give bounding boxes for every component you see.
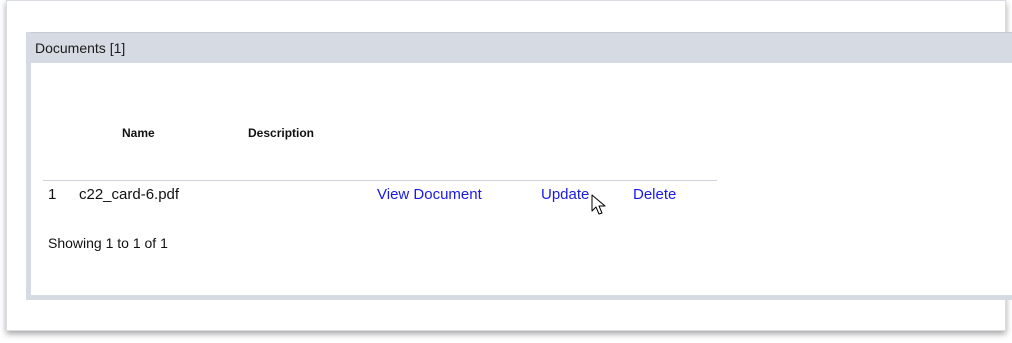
panel-title: Documents [1]	[35, 40, 126, 56]
row-number: 1	[48, 186, 57, 203]
view-document-link[interactable]: View Document	[377, 186, 482, 203]
update-link[interactable]: Update	[541, 186, 589, 203]
mouse-pointer-icon	[591, 194, 606, 215]
header-divider	[43, 180, 717, 181]
panel-header: Documents [1]	[31, 32, 1012, 63]
column-header-name: Name	[122, 126, 155, 140]
delete-link[interactable]: Delete	[633, 186, 676, 203]
document-name: c22_card-6.pdf	[79, 186, 180, 203]
pagination-summary: Showing 1 to 1 of 1	[48, 235, 168, 251]
documents-panel: Documents [1] Name Description 1 c22_car…	[26, 32, 1012, 300]
column-header-description: Description	[248, 126, 315, 140]
